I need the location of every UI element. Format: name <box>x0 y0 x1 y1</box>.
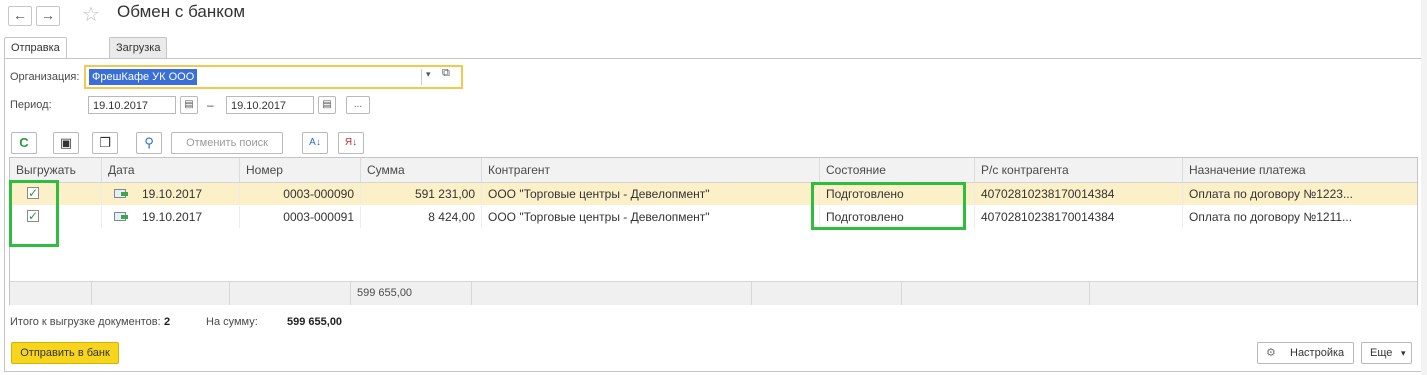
col-purpose[interactable]: Назначение платежа <box>1183 158 1417 182</box>
more-button[interactable]: Еще ▾ <box>1361 342 1412 364</box>
footer-cell <box>92 282 230 305</box>
table-header: Выгружать Дата Номер Сумма Контрагент Со… <box>10 158 1417 183</box>
col-state[interactable]: Состояние <box>820 158 975 182</box>
period-more-button[interactable]: ... <box>346 96 370 114</box>
sum-cell: 8 424,00 <box>361 206 482 228</box>
page-title: Обмен с банком <box>117 2 246 21</box>
documents-table: Выгружать Дата Номер Сумма Контрагент Со… <box>9 157 1418 305</box>
dropdown-icon[interactable]: ▾ <box>426 69 431 80</box>
scrollbar[interactable] <box>1421 0 1427 375</box>
table-row[interactable]: ✓ 19.10.2017 0003-000090 591 231,00 ООО … <box>10 183 1417 205</box>
footer-total: 599 655,00 <box>351 282 472 305</box>
select-all-icon[interactable]: ▣ <box>53 132 79 154</box>
date-value: 19.10.2017 <box>142 187 203 201</box>
favorite-star-icon[interactable]: ☆ <box>82 2 100 27</box>
footer-cell <box>472 282 752 305</box>
sort-desc-icon[interactable]: Я↓ <box>338 132 364 154</box>
calendar-to-icon[interactable]: ▤ <box>318 96 336 114</box>
period-label: Период: <box>10 99 52 111</box>
account-cell: 40702810238170014384 <box>975 206 1183 228</box>
sum-value: 599 655,00 <box>287 316 343 328</box>
forward-button[interactable]: → <box>36 6 60 26</box>
open-icon[interactable]: ⧉ <box>442 67 450 80</box>
col-date[interactable]: Дата <box>102 158 240 182</box>
calendar-from-icon[interactable]: ▤ <box>180 96 198 114</box>
highlight-checkboxes <box>9 180 59 247</box>
footer-cell <box>902 282 1090 305</box>
footer-cell <box>752 282 902 305</box>
search-icon[interactable]: ⚲ <box>136 132 162 154</box>
account-cell: 40702810238170014384 <box>975 183 1183 205</box>
col-counterparty[interactable]: Контрагент <box>482 158 820 182</box>
col-sum[interactable]: Сумма <box>361 158 482 182</box>
footer-cell <box>230 282 351 305</box>
date-from-field[interactable]: 19.10.2017 <box>88 96 176 114</box>
send-to-bank-button[interactable]: Отправить в банк <box>11 342 119 364</box>
date-to-field[interactable]: 19.10.2017 <box>226 96 314 114</box>
number-cell: 0003-000091 <box>240 206 361 228</box>
purpose-cell: Оплата по договору №1223... <box>1189 187 1353 201</box>
chevron-down-icon: ▾ <box>1401 348 1406 358</box>
col-number[interactable]: Номер <box>240 158 361 182</box>
refresh-button[interactable]: C <box>11 132 37 154</box>
sum-cell: 591 231,00 <box>361 183 482 205</box>
period-dash: – <box>207 98 214 112</box>
col-export[interactable]: Выгружать <box>10 158 102 182</box>
document-icon <box>114 189 128 198</box>
tab-load-statement[interactable]: Загрузка выписки из банка <box>109 37 168 94</box>
date-cell: 19.10.2017 <box>102 183 240 205</box>
org-value[interactable]: ФрешКафе УК ООО <box>89 69 198 85</box>
counterparty-cell: ООО "Торговые центры - Девелопмент" <box>482 183 820 205</box>
document-icon <box>114 212 128 221</box>
counterparty-cell: ООО "Торговые центры - Девелопмент" <box>482 206 820 228</box>
table-footer: 599 655,00 <box>10 281 1417 305</box>
settings-label: Настройка <box>1290 347 1345 359</box>
footer-cell <box>1090 282 1417 305</box>
gear-icon: ⚙ <box>1266 347 1276 359</box>
more-label: Еще <box>1370 347 1393 359</box>
docs-label: Итого к выгрузке документов: <box>10 316 161 328</box>
org-label: Организация: <box>10 71 80 83</box>
settings-button[interactable]: ⚙ Настройка <box>1257 342 1354 364</box>
docs-count: 2 <box>164 316 171 328</box>
number-cell: 0003-000090 <box>240 183 361 205</box>
highlight-state <box>811 182 966 230</box>
footer-cell <box>10 282 92 305</box>
copy-icon[interactable]: ❐ <box>92 132 118 154</box>
table-row[interactable]: ✓ 19.10.2017 0003-000091 8 424,00 ООО "Т… <box>10 206 1417 228</box>
date-cell: 19.10.2017 <box>102 206 240 228</box>
cancel-search-button[interactable]: Отменить поиск <box>171 132 283 154</box>
col-account[interactable]: Р/с контрагента <box>975 158 1183 182</box>
divider <box>421 69 422 85</box>
sum-label: На сумму: <box>206 316 258 328</box>
tab-send-to-bank[interactable]: Отправка в банк <box>4 37 67 74</box>
purpose-cell: Оплата по договору №1211... <box>1189 210 1353 224</box>
back-button[interactable]: ← <box>8 6 32 26</box>
date-value: 19.10.2017 <box>142 210 203 224</box>
sort-asc-icon[interactable]: А↓ <box>302 132 328 154</box>
org-field[interactable]: ФрешКафе УК ООО ▾ ⧉ <box>84 65 463 89</box>
